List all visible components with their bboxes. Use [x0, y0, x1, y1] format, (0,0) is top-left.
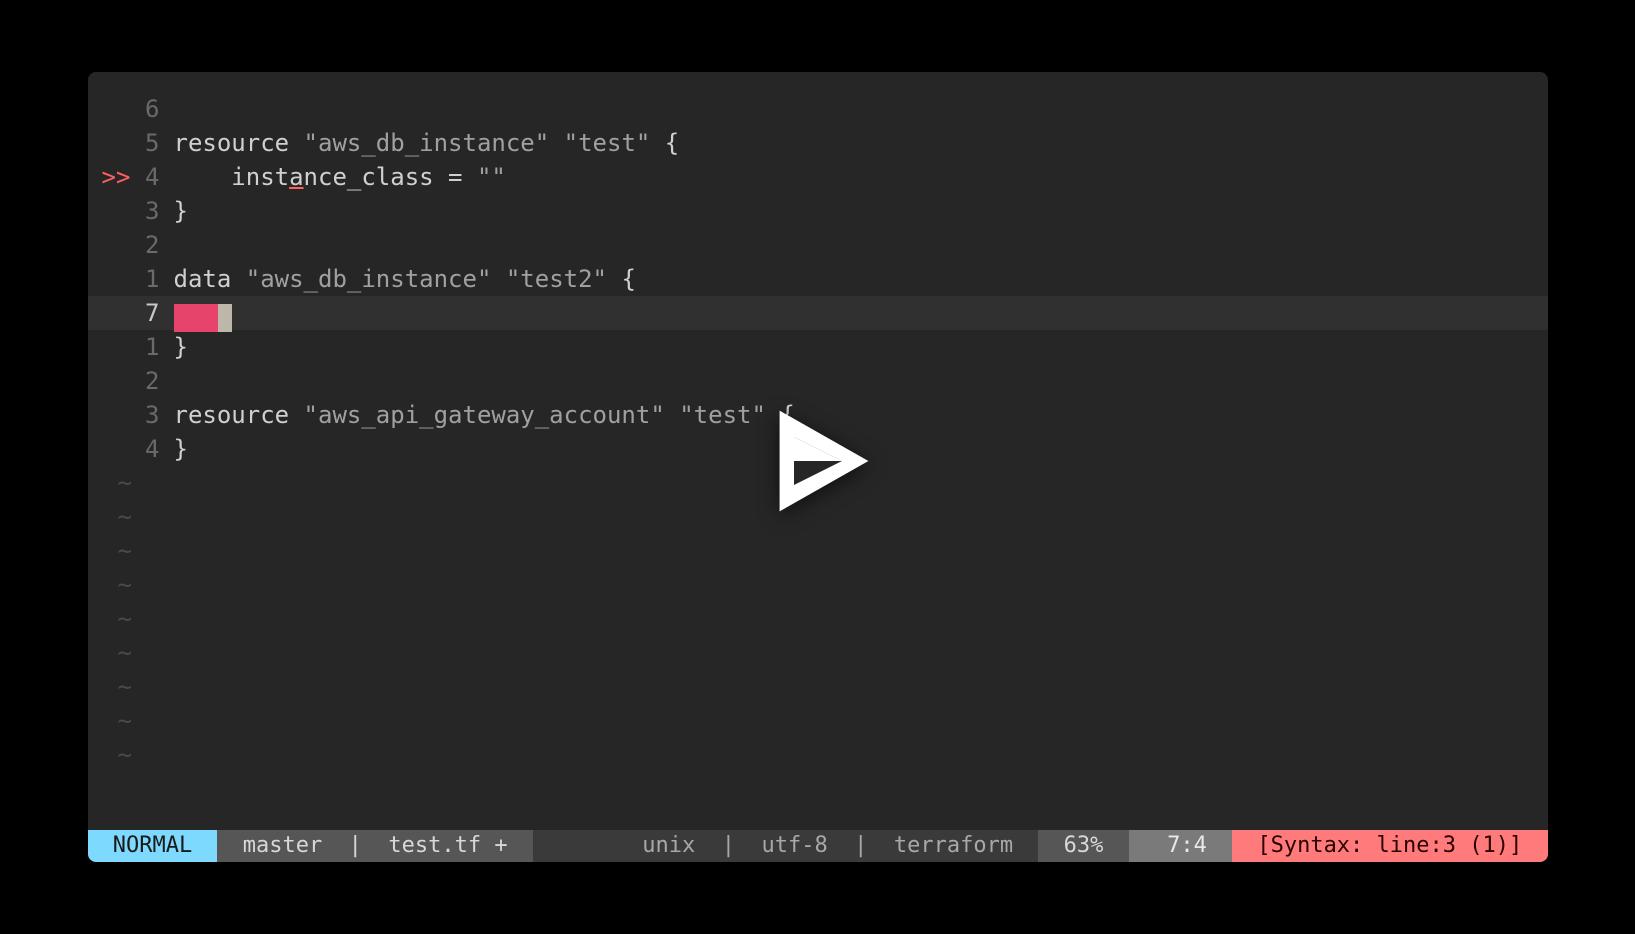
- line-number: 2: [128, 228, 174, 262]
- line-number: 7: [128, 296, 174, 330]
- code-content: [174, 364, 1548, 398]
- empty-line-tilde: ~: [88, 534, 1548, 568]
- code-content: [174, 296, 1548, 330]
- sign-column: [88, 126, 128, 160]
- line-number: 3: [128, 398, 174, 432]
- code-content: }: [174, 194, 1548, 228]
- scroll-percent: 63%: [1038, 830, 1128, 862]
- line-number: 3: [128, 194, 174, 228]
- code-line[interactable]: 6: [88, 92, 1548, 126]
- file-encoding: unix | utf-8 | terraform: [617, 830, 1038, 862]
- code-content: }: [174, 330, 1548, 364]
- line-number: 2: [128, 364, 174, 398]
- status-spacer: [533, 830, 617, 862]
- sign-column: [88, 364, 128, 398]
- sign-column: [88, 228, 128, 262]
- mode-indicator: NORMAL: [88, 830, 218, 862]
- empty-line-tilde: ~: [88, 738, 1548, 772]
- terminal-window: 65resource "aws_db_instance" "test" {>>4…: [88, 72, 1548, 862]
- branch-file: master | test.tf +: [217, 830, 532, 862]
- sign-column: [88, 398, 128, 432]
- line-number: 6: [128, 92, 174, 126]
- code-content: [174, 92, 1548, 126]
- sign-column: [88, 296, 128, 330]
- empty-line-tilde: ~: [88, 636, 1548, 670]
- sign-column: [88, 432, 128, 466]
- code-line[interactable]: 2: [88, 364, 1548, 398]
- sign-column: [88, 92, 128, 126]
- cursor: [218, 304, 232, 332]
- line-number: 4: [128, 432, 174, 466]
- play-button[interactable]: [758, 401, 878, 521]
- code-line[interactable]: 2: [88, 228, 1548, 262]
- indent-highlight: [174, 304, 218, 332]
- code-line[interactable]: 1data "aws_db_instance" "test2" {: [88, 262, 1548, 296]
- sign-column: [88, 262, 128, 296]
- line-number: 1: [128, 330, 174, 364]
- code-line[interactable]: 1}: [88, 330, 1548, 364]
- sign-column: [88, 194, 128, 228]
- empty-line-tilde: ~: [88, 568, 1548, 602]
- line-number: 5: [128, 126, 174, 160]
- line-number: 4: [128, 160, 174, 194]
- empty-line-tilde: ~: [88, 704, 1548, 738]
- syntax-error-flag: [Syntax: line:3 (1)]: [1232, 830, 1547, 862]
- empty-line-tilde: ~: [88, 602, 1548, 636]
- statusline: NORMAL master | test.tf + unix | utf-8 |…: [88, 830, 1548, 862]
- play-icon: [758, 401, 878, 521]
- empty-line-tilde: ~: [88, 670, 1548, 704]
- code-line[interactable]: >>4 instance_class = "": [88, 160, 1548, 194]
- code-content: instance_class = "": [174, 160, 1548, 194]
- code-content: resource "aws_db_instance" "test" {: [174, 126, 1548, 160]
- code-content: [174, 228, 1548, 262]
- line-number: 1: [128, 262, 174, 296]
- sign-column: [88, 330, 128, 364]
- code-content: data "aws_db_instance" "test2" {: [174, 262, 1548, 296]
- cursor-position: 7:4: [1129, 830, 1232, 862]
- code-line[interactable]: 5resource "aws_db_instance" "test" {: [88, 126, 1548, 160]
- code-line[interactable]: 3}: [88, 194, 1548, 228]
- sign-column: >>: [88, 160, 128, 194]
- code-line[interactable]: 7: [88, 296, 1548, 330]
